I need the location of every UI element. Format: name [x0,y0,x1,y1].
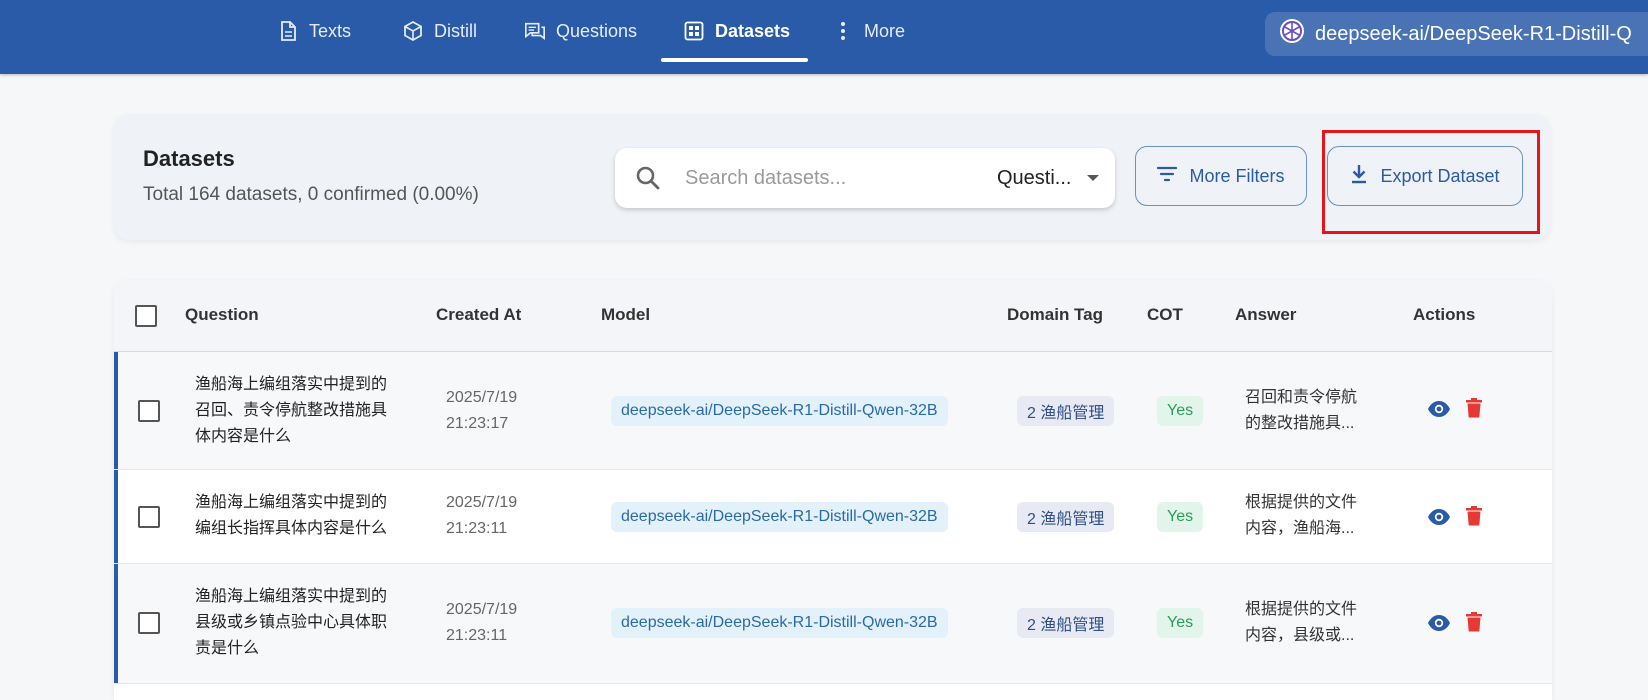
question-cell: 渔船海上编组落实中提到的 编组长指挥具体内容是什么 [195,490,415,542]
cot-badge: Yes [1157,608,1204,638]
tab-more[interactable]: More [832,0,905,62]
view-icon[interactable] [1427,614,1451,632]
export-dataset-label: Export Dataset [1380,165,1500,186]
header-actions: Actions [1413,305,1476,324]
question-line: 召回、责令停航整改措施具 [195,402,388,419]
answer-line: 根据提供的文件 [1245,494,1358,511]
filter-icon [1157,166,1178,187]
tab-datasets[interactable]: Datasets [683,0,790,62]
answer-cell: 召回和责令停航 的整改措施具... [1245,385,1375,437]
question-line: 编组长指挥具体内容是什么 [195,520,388,537]
answer-line: 根据提供的文件 [1245,601,1358,618]
answer-line: 的整改措施具... [1245,415,1355,432]
table-row[interactable]: 渔船海上编组落实中提到的 编组长指挥具体内容是什么 2025/7/19 21:2… [114,470,1552,564]
domain-tag-badge: 2 渔船管理 [1017,608,1115,638]
more-filters-button[interactable]: More Filters [1135,146,1307,206]
answer-cell: 根据提供的文件 内容，渔船海... [1245,490,1375,542]
search-input[interactable] [685,162,975,194]
header-question[interactable]: Question [185,305,259,325]
question-line: 渔船海上编组落实中提到的 [195,588,388,605]
header-model: Model [601,305,651,324]
answer-line: 召回和责令停航 [1245,389,1358,406]
chevron-down-icon [1087,175,1100,181]
more-vertical-icon [832,20,854,42]
header-domain-tag: Domain Tag [1007,305,1104,324]
document-icon [277,20,299,42]
tab-distill-label: Distill [434,20,477,41]
created-date: 2025/7/19 [446,389,518,406]
tab-questions-label: Questions [556,20,638,41]
model-badge: deepseek-ai/DeepSeek-R1-Distill-Qwen-32B [611,608,948,638]
model-badge: deepseek-ai/DeepSeek-R1-Distill-Qwen-32B [611,396,948,426]
question-cell: 渔船海上编组落实中提到的 召回、责令停航整改措施具 体内容是什么 [195,372,415,450]
cot-badge: Yes [1157,502,1204,532]
created-time: 21:23:17 [446,415,509,432]
datasets-filter-card: Datasets Total 164 datasets, 0 confirmed… [114,114,1550,240]
view-icon[interactable] [1427,508,1451,526]
table-header: Question Created At Model Domain Tag COT… [114,280,1552,352]
created-date: 2025/7/19 [446,494,518,511]
search-box: Questi... [615,148,1115,208]
datasets-table: Question Created At Model Domain Tag COT… [114,280,1552,700]
search-field-select[interactable]: Questi... [997,162,1100,194]
answer-line: 内容，渔船海... [1245,520,1355,537]
active-tab-indicator [661,58,808,62]
select-all-checkbox[interactable] [135,305,157,327]
question-cell: 渔船海上编组落实中提到的 县级或乡镇点验中心具体职 责是什么 [195,584,415,662]
domain-tag-badge: 2 渔船管理 [1017,502,1115,532]
download-icon [1350,164,1368,189]
question-line: 县级或乡镇点验中心具体职 [195,614,388,631]
question-line: 体内容是什么 [195,428,292,445]
created-date: 2025/7/19 [446,601,518,618]
created-at-cell: 2025/7/19 21:23:11 [446,490,517,542]
tab-questions[interactable]: Questions [524,0,637,62]
search-icon [635,165,661,196]
question-line: 责是什么 [195,640,260,657]
page-title: Datasets [143,146,235,171]
delete-icon[interactable] [1466,612,1482,632]
tab-more-label: More [864,20,906,41]
grid-icon [683,20,705,42]
domain-tag-badge: 2 渔船管理 [1017,396,1115,426]
export-dataset-button[interactable]: Export Dataset [1327,146,1523,206]
tab-texts-label: Texts [309,20,352,41]
delete-icon[interactable] [1466,398,1482,418]
row-checkbox[interactable] [138,506,160,528]
more-filters-label: More Filters [1189,165,1285,186]
model-selector-label: deepseek-ai/DeepSeek-R1-Distill-Q [1315,22,1632,45]
view-icon[interactable] [1427,400,1451,418]
top-nav: Texts Distill Questions Datasets More de… [0,0,1648,74]
created-at-cell: 2025/7/19 21:23:11 [446,597,517,649]
created-time: 21:23:11 [446,520,508,537]
search-field-select-value: Questi... [997,166,1072,189]
table-row[interactable]: 渔船海上编组落实中提到的 县级或乡镇点验中心具体职 责是什么 2025/7/19… [114,564,1552,684]
datasets-summary: Total 164 datasets, 0 confirmed (0.00%) [143,184,479,205]
question-line: 渔船海上编组落实中提到的 [195,376,388,393]
row-checkbox[interactable] [138,612,160,634]
model-selector[interactable]: deepseek-ai/DeepSeek-R1-Distill-Q [1265,12,1648,56]
header-answer: Answer [1235,305,1297,324]
question-line: 渔船海上编组落实中提到的 [195,494,388,511]
chat-icon [524,20,546,42]
cube-icon [402,20,424,42]
tab-datasets-label: Datasets [715,20,791,41]
created-at-cell: 2025/7/19 21:23:17 [446,385,517,437]
header-cot: COT [1147,305,1183,324]
model-badge: deepseek-ai/DeepSeek-R1-Distill-Qwen-32B [611,502,948,532]
answer-line: 内容，县级或... [1245,627,1355,644]
model-logo-icon [1279,18,1305,50]
delete-icon[interactable] [1466,506,1482,526]
table-row[interactable]: 渔船海上编组落实中提到的 召回、责令停航整改措施具 体内容是什么 2025/7/… [114,352,1552,470]
tab-distill[interactable]: Distill [402,0,477,62]
created-time: 21:23:11 [446,627,508,644]
row-checkbox[interactable] [138,400,160,422]
answer-cell: 根据提供的文件 内容，县级或... [1245,597,1375,649]
header-created-at[interactable]: Created At [436,305,521,325]
tab-texts[interactable]: Texts [277,0,351,62]
cot-badge: Yes [1157,396,1204,426]
